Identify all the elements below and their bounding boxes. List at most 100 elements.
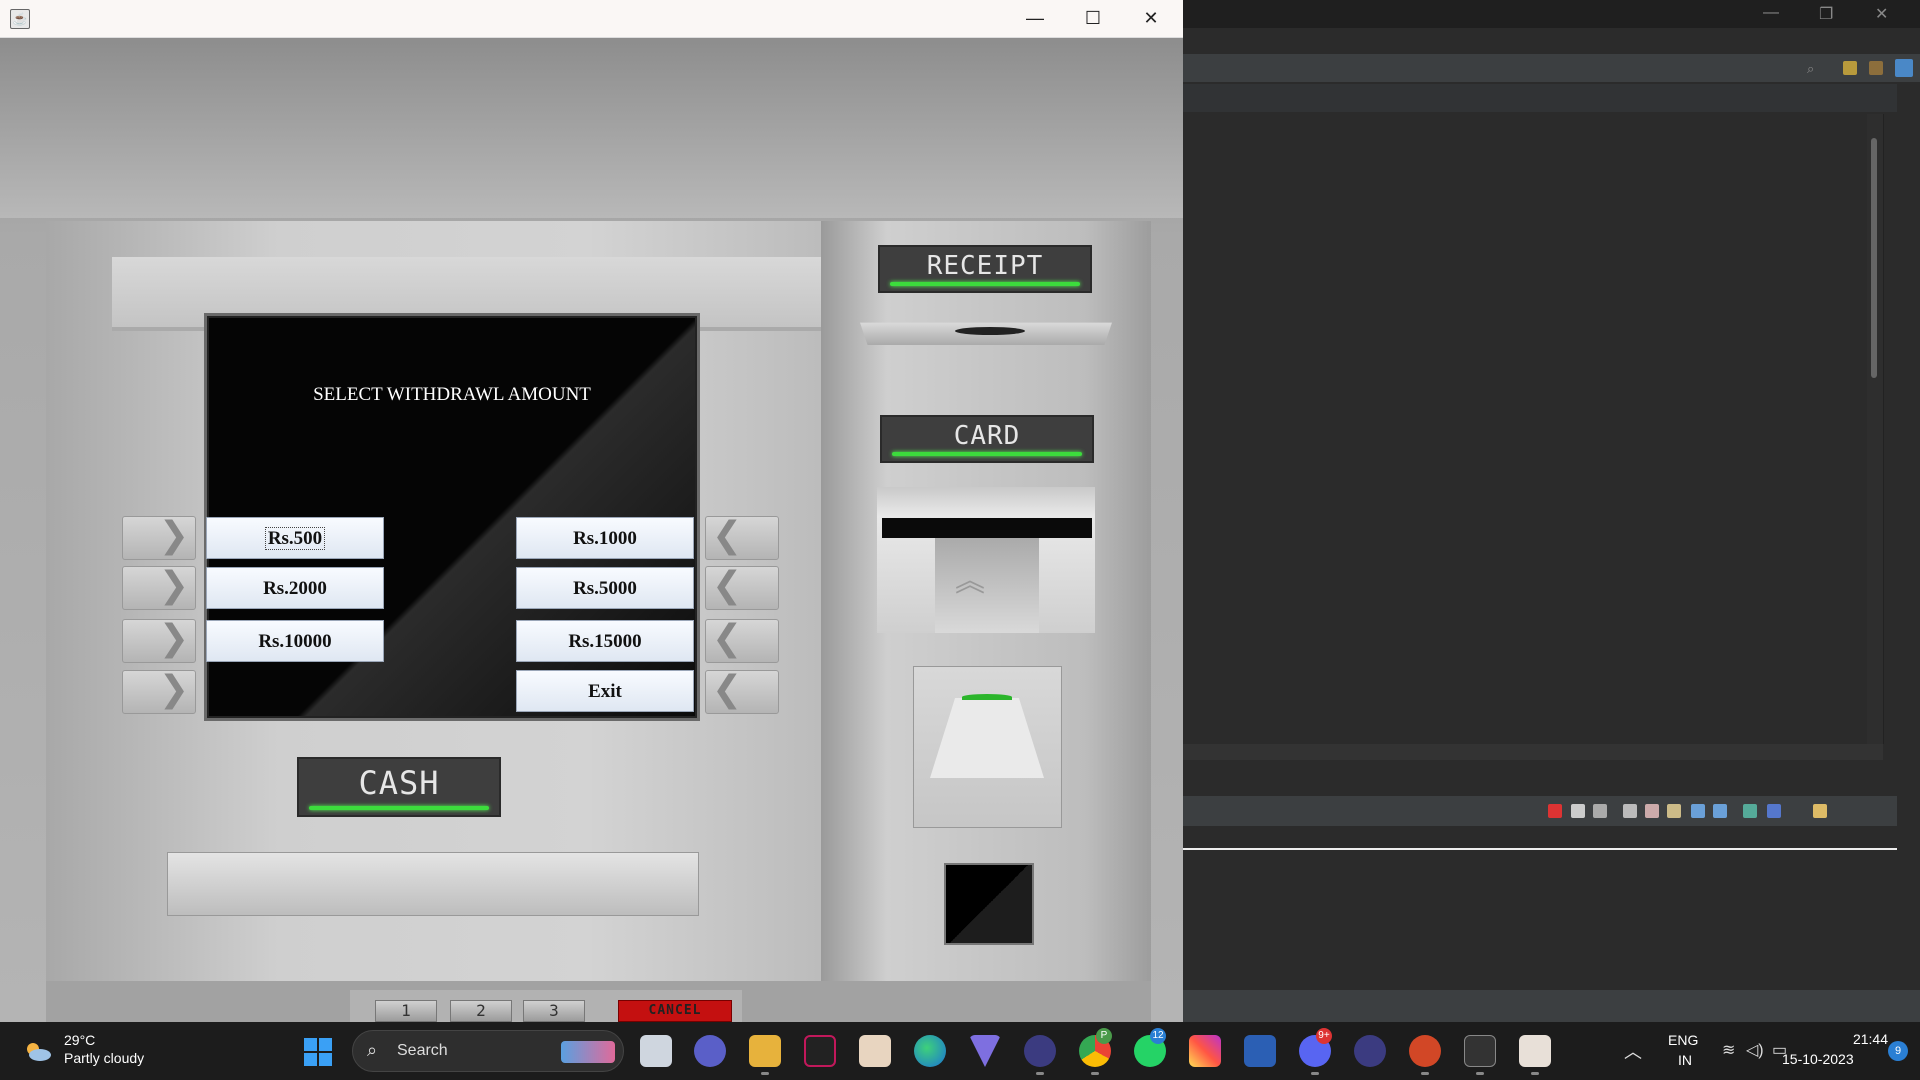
ide-show-stderr-icon[interactable] [1713, 804, 1727, 818]
ide-scrollbar-thumb[interactable] [1871, 138, 1877, 378]
ide-open-perspective-icon[interactable] [1843, 61, 1857, 75]
volume-icon[interactable]: ◁) [1746, 1040, 1764, 1060]
side-key-right-2[interactable]: ❮ [705, 566, 779, 610]
ide-restore-icon[interactable]: ❐ [1819, 4, 1833, 24]
edge-icon[interactable] [914, 1035, 946, 1067]
ide-console-toolbar [1183, 796, 1897, 826]
amount-button-1000[interactable]: Rs.1000 [516, 517, 694, 559]
close-button[interactable]: ✕ [1122, 0, 1180, 37]
windows-logo-icon [319, 1038, 332, 1051]
screen-title: SELECT WITHDRAWL AMOUNT [313, 384, 591, 405]
amount-button-2000[interactable]: Rs.2000 [206, 567, 384, 609]
atm-hood [0, 38, 1183, 218]
side-key-left-2[interactable]: ❯ [122, 566, 196, 610]
taskbar: 29°C Partly cloudy ⌕ Search P 12 9+ ︿ EN… [0, 1022, 1920, 1080]
vpn-icon[interactable] [969, 1035, 1001, 1067]
windows-logo-icon [319, 1053, 332, 1066]
ide-toolbar: ⌕ [1183, 54, 1920, 82]
ide-console-tabs [1183, 830, 1897, 850]
terminal-icon[interactable] [1464, 1035, 1496, 1067]
card-label-plate: CARD [880, 415, 1094, 463]
ide-scroll-lock-icon[interactable] [1645, 804, 1659, 818]
side-key-right-1[interactable]: ❮ [705, 516, 779, 560]
teams-meet-icon[interactable] [694, 1035, 726, 1067]
ide-open-console-icon[interactable] [1813, 804, 1827, 818]
ide-editor-scrollbar[interactable] [1867, 114, 1883, 744]
language-code[interactable]: ENG [1668, 1032, 1698, 1048]
running-indicator [1311, 1072, 1319, 1075]
language-region[interactable]: IN [1678, 1052, 1692, 1068]
ide-pin-console-icon[interactable] [1743, 804, 1757, 818]
amount-button-15000[interactable]: Rs.15000 [516, 620, 694, 662]
camera-sensor [944, 863, 1034, 945]
ide-word-wrap-icon[interactable] [1667, 804, 1681, 818]
side-key-left-1[interactable]: ❯ [122, 516, 196, 560]
ide-close-icon[interactable]: ✕ [1875, 4, 1888, 24]
word-icon[interactable] [1244, 1035, 1276, 1067]
exit-label: Exit [588, 681, 622, 702]
side-key-left-3[interactable]: ❯ [122, 619, 196, 663]
running-indicator [1421, 1072, 1429, 1075]
clock-date[interactable]: 15-10-2023 [1782, 1051, 1854, 1067]
ide-display-console-icon[interactable] [1767, 804, 1781, 818]
cash-indicator-light [309, 806, 489, 810]
powerpoint-icon[interactable] [1409, 1035, 1441, 1067]
ide-remove-launch-icon[interactable] [1571, 804, 1585, 818]
ide-java-perspective-icon[interactable] [1869, 61, 1883, 75]
insert-arrow-icon: ︽ [955, 565, 985, 598]
cash-dispenser-slot [167, 852, 699, 916]
weather-condition: Partly cloudy [64, 1050, 145, 1066]
running-indicator [1531, 1072, 1539, 1075]
running-indicator [1091, 1072, 1099, 1075]
amount-label: Rs.10000 [258, 631, 332, 652]
maximize-button[interactable]: ☐ [1064, 0, 1122, 37]
eclipse-2-icon[interactable] [1354, 1035, 1386, 1067]
partly-cloudy-icon [27, 1043, 51, 1061]
ide-terminate-icon[interactable] [1548, 804, 1562, 818]
ide-remove-all-icon[interactable] [1593, 804, 1607, 818]
running-indicator [1476, 1072, 1484, 1075]
weather-temperature: 29°C [64, 1032, 96, 1048]
ide-search-icon[interactable]: ⌕ [1807, 61, 1821, 76]
ide-show-stdout-icon[interactable] [1691, 804, 1705, 818]
pin-key-2[interactable]: 2 [450, 1000, 512, 1022]
pin-key-3[interactable]: 3 [523, 1000, 585, 1022]
pin-key-1[interactable]: 1 [375, 1000, 437, 1022]
search-placeholder: Search [397, 1042, 448, 1059]
notification-badge[interactable]: 9 [1888, 1041, 1908, 1061]
side-key-left-4[interactable]: ❯ [122, 670, 196, 714]
amount-label: Rs.5000 [573, 578, 637, 599]
amount-button-500[interactable]: Rs.500 [206, 517, 384, 559]
ide-editor-area[interactable] [1183, 114, 1884, 744]
chevron-up-icon[interactable]: ︿ [1624, 1038, 1642, 1064]
cancel-key[interactable]: CANCEL [618, 1000, 732, 1022]
chrome-profile-badge: P [1096, 1028, 1112, 1044]
ide-editor-header [1183, 84, 1897, 112]
ide-background-window: — ❐ ✕ ⌕ [1183, 0, 1920, 1022]
amount-button-5000[interactable]: Rs.5000 [516, 567, 694, 609]
ide-debug-perspective-icon[interactable] [1895, 59, 1913, 77]
minimize-button[interactable]: — [1006, 0, 1064, 37]
ide-editor-hscrollbar[interactable] [1183, 744, 1883, 760]
ide-titlebar: — ❐ ✕ [1183, 0, 1920, 28]
wifi-icon[interactable]: ≋ [1722, 1040, 1735, 1060]
side-key-right-3[interactable]: ❮ [705, 619, 779, 663]
instagram-icon[interactable] [1189, 1035, 1221, 1067]
ide-clear-console-icon[interactable] [1623, 804, 1637, 818]
app-v-icon[interactable] [804, 1035, 836, 1067]
ide-console-output[interactable] [1183, 850, 1883, 974]
receipt-label-plate: RECEIPT [878, 245, 1092, 293]
clock-time[interactable]: 21:44 [1812, 1031, 1888, 1047]
taskbar-search[interactable]: ⌕ Search [352, 1030, 624, 1072]
atm-titlebar: ☕ — ☐ ✕ [0, 0, 1183, 38]
java-icon[interactable] [1519, 1035, 1551, 1067]
exit-button[interactable]: Exit [516, 670, 694, 712]
photos-icon[interactable] [859, 1035, 891, 1067]
side-key-right-4[interactable]: ❮ [705, 670, 779, 714]
eclipse-icon[interactable] [1024, 1035, 1056, 1067]
start-button[interactable] [304, 1038, 332, 1066]
amount-button-10000[interactable]: Rs.10000 [206, 620, 384, 662]
file-explorer-icon[interactable] [749, 1035, 781, 1067]
ide-minimize-icon[interactable]: — [1763, 4, 1779, 22]
task-view-icon[interactable] [640, 1035, 672, 1067]
